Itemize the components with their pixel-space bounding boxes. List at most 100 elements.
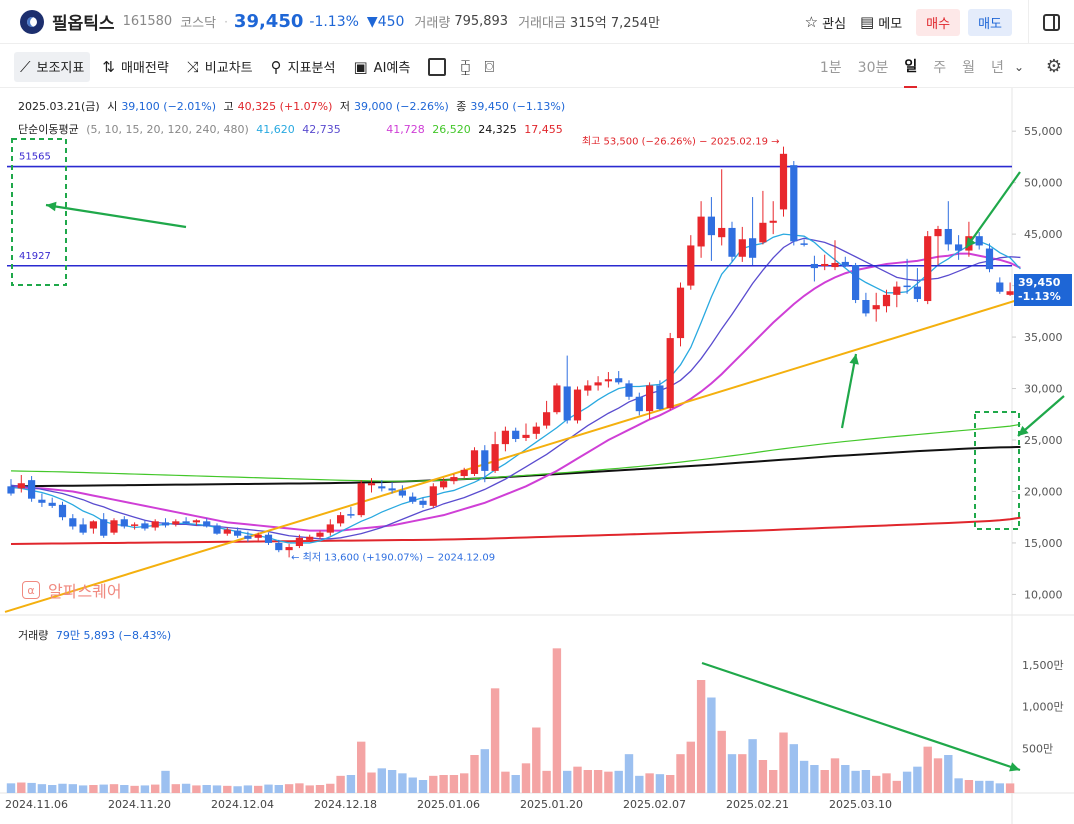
buy-button[interactable]: 매수 — [916, 8, 961, 36]
volume-bar — [666, 775, 675, 793]
candle-body — [17, 483, 25, 489]
candle-body — [337, 515, 345, 524]
x-tick-label: 2024.12.18 — [314, 798, 377, 811]
camera-icon[interactable]: ⌼ — [485, 57, 495, 77]
indicators-button[interactable]: ⟋ 보조지표 — [14, 51, 91, 82]
volume-bar — [902, 771, 912, 793]
volume-tick-label: 1,000만 — [1022, 701, 1064, 714]
volume-bar — [954, 778, 963, 793]
candle-body — [985, 248, 994, 270]
ai-predict-button[interactable]: ▣ AI예측 — [347, 52, 416, 82]
volume-bar — [614, 770, 623, 793]
volume-bar — [604, 771, 613, 793]
candle-body — [120, 519, 128, 527]
ma20-value: 41,728 — [386, 123, 425, 136]
x-tick-label: 2025.02.07 — [623, 798, 686, 811]
x-tick-label: 2025.01.20 — [520, 798, 583, 811]
ma-label: 단순이동평균 — [18, 123, 79, 136]
volume-bar — [460, 773, 469, 793]
volume-value: 795,893 — [454, 14, 509, 29]
ma20-line — [11, 252, 1021, 532]
strategy-button[interactable]: ⇅ 매매전략 — [96, 52, 174, 82]
volume-bar — [913, 766, 922, 793]
candle-body — [697, 216, 705, 247]
change-amount: ▼450 — [366, 13, 405, 30]
candle-body — [131, 524, 139, 526]
volume-bar — [645, 773, 654, 793]
period-30min[interactable]: 30분 — [858, 46, 889, 88]
volume-bar — [944, 755, 953, 793]
candle-body — [285, 547, 293, 551]
alphasquare-watermark: α 알파스퀘어 — [22, 578, 122, 602]
candle-body — [244, 535, 252, 539]
volume-bar — [284, 784, 294, 793]
candle-body — [295, 537, 303, 547]
volume-bar — [624, 754, 634, 793]
analysis-icon: ⚲ — [270, 57, 282, 76]
volume-bar — [696, 680, 706, 793]
period-week[interactable]: 주 — [933, 46, 946, 88]
candle-body — [955, 244, 963, 251]
ma-info: 단순이동평균 (5, 10, 15, 20, 120, 240, 480) 41… — [18, 121, 567, 137]
x-tick-label: 2024.11.20 — [108, 798, 171, 811]
volume-bar — [27, 782, 36, 793]
stock-name[interactable]: 필옵틱스 — [52, 9, 115, 34]
volume-bar — [635, 775, 644, 793]
gear-icon[interactable]: ⚙ — [1046, 56, 1062, 77]
volume-bar — [6, 783, 16, 793]
drawing-box-icon[interactable] — [428, 57, 447, 76]
ma5-line — [10, 233, 1021, 544]
candle-type-icon[interactable]: ⧮ — [460, 57, 470, 77]
price-chart[interactable]: 10,00015,00020,00025,00030,00035,00040,0… — [0, 88, 1074, 824]
period-1min[interactable]: 1분 — [820, 46, 842, 88]
period-month[interactable]: 월 — [962, 46, 975, 88]
ai-predict-label: AI예측 — [373, 61, 411, 76]
volume-bar — [655, 774, 665, 793]
side-panel-button[interactable] — [1028, 0, 1074, 44]
volume-bar — [192, 785, 201, 793]
volume-bar — [264, 784, 273, 793]
candle-body — [646, 385, 654, 412]
analysis-button[interactable]: ⚲ 지표분석 — [265, 52, 342, 82]
volume-bar — [99, 784, 108, 793]
chevron-down-icon[interactable]: ⌄ — [1014, 60, 1024, 74]
ohlc-date: 2025.03.21(금) — [18, 100, 100, 113]
candle-body — [326, 524, 334, 533]
volume-bar — [58, 783, 67, 793]
candle-body — [656, 385, 664, 410]
x-tick-label: 2025.03.10 — [829, 798, 892, 811]
volume-bar — [841, 765, 850, 793]
period-year[interactable]: 년 — [991, 46, 1004, 88]
candle-body — [141, 523, 149, 529]
candle-body — [769, 220, 777, 223]
candle-body — [666, 338, 674, 409]
period-day[interactable]: 일 — [904, 46, 918, 88]
volume-bar — [563, 770, 572, 793]
volume-bar — [429, 775, 438, 793]
candle-body — [563, 386, 571, 421]
volume-pane-label: 거래량 — [18, 629, 49, 642]
sell-button[interactable]: 매도 — [968, 8, 1012, 36]
candle-body — [882, 294, 891, 307]
x-tick-label: 2024.11.06 — [5, 798, 68, 811]
watchlist-button[interactable]: ☆ 관심 — [805, 13, 846, 32]
compare-button[interactable]: ⤨ 비교차트 — [181, 52, 259, 82]
compare-label: 비교차트 — [204, 61, 253, 76]
chart-toolbar: ⟋ 보조지표 ⇅ 매매전략 ⤨ 비교차트 ⚲ 지표분석 ▣ AI예측 ⧮ ⌼ 1… — [0, 46, 1074, 88]
candle-body — [192, 520, 200, 523]
candle-body — [728, 227, 736, 257]
ma240-value: 24,325 — [478, 123, 517, 136]
candle-body — [594, 382, 602, 386]
company-logo-icon — [20, 9, 44, 34]
memo-button[interactable]: ▤ 메모 — [860, 13, 902, 32]
open-value: 39,100 (−2.01%) — [121, 100, 217, 113]
candle-body — [913, 286, 921, 299]
volume-bar — [274, 785, 283, 793]
candle-body — [522, 434, 530, 438]
volume-bar — [418, 780, 428, 793]
volume-bar — [130, 785, 139, 793]
green-arrow-volume-head — [1009, 762, 1020, 772]
volume-bar — [851, 770, 860, 793]
candle-body — [831, 262, 839, 268]
candle-body — [604, 379, 612, 382]
